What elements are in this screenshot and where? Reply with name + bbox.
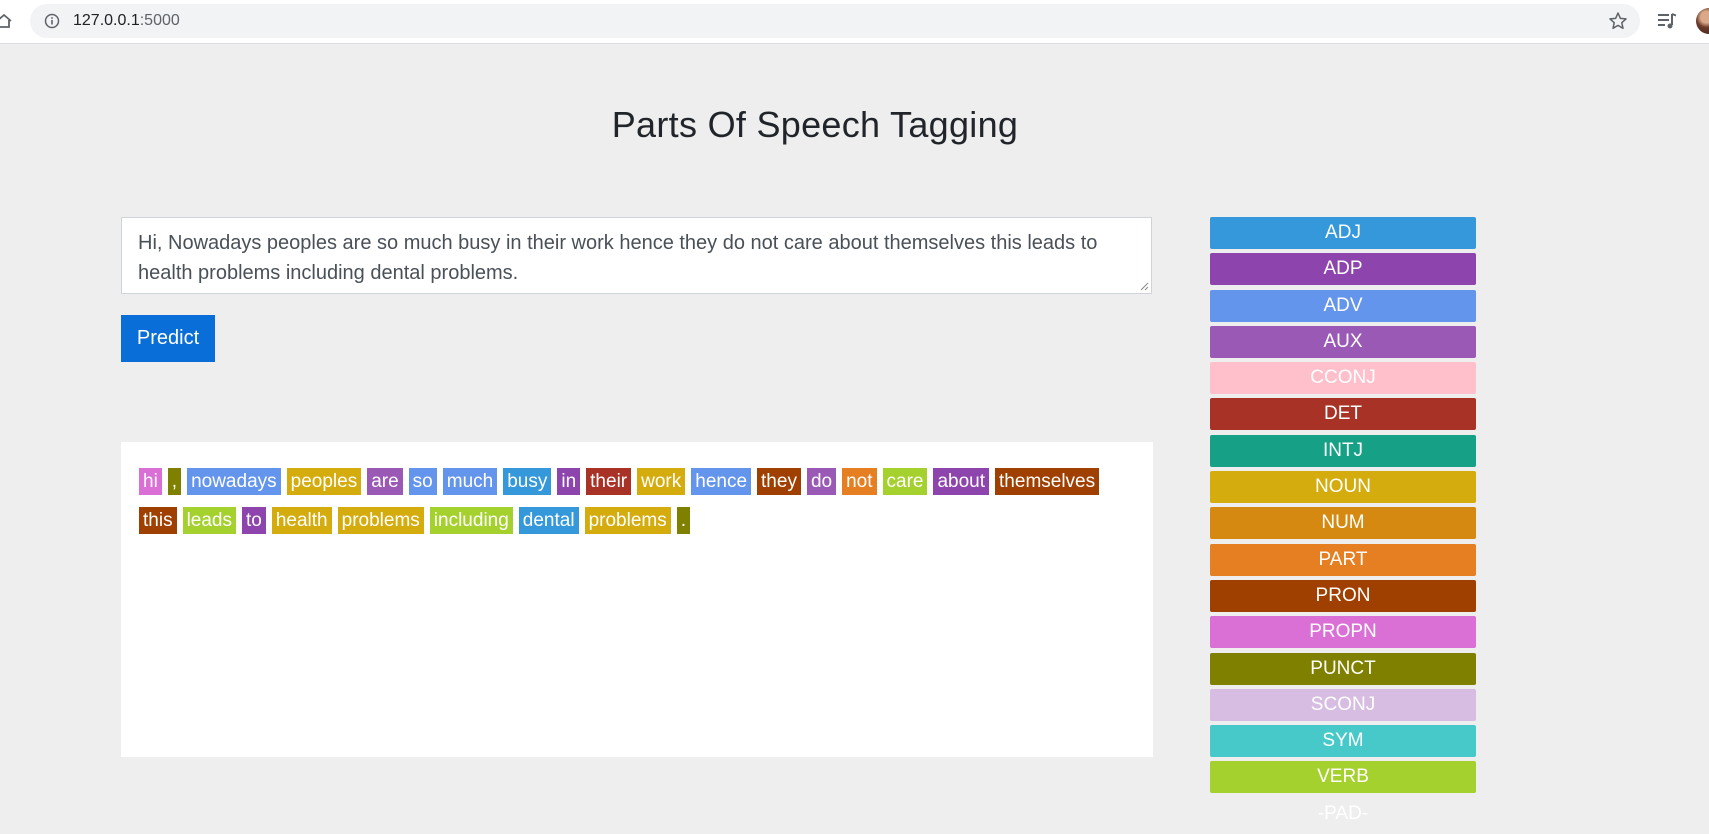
- sentence-input-value: Hi, Nowadays peoples are so much busy in…: [138, 232, 1098, 284]
- token-adp: about: [933, 468, 990, 495]
- legend-item-adp: ADP: [1210, 253, 1476, 286]
- legend-item-part: PART: [1210, 543, 1476, 576]
- legend-item-aux: AUX: [1210, 325, 1476, 358]
- token-list: hi, nowadays peoples are so much busy in their wo…: [139, 468, 1135, 534]
- token-noun: problems: [584, 507, 671, 534]
- token-det: their: [586, 468, 632, 495]
- legend-item-pad: -PAD-: [1317, 802, 1369, 824]
- predict-button[interactable]: Predict: [121, 315, 215, 362]
- legend-item-sconj: SCONJ: [1210, 688, 1476, 721]
- token-part: not: [842, 468, 877, 495]
- token-adp: to: [242, 507, 266, 534]
- token-pron: this: [139, 507, 177, 534]
- tagged-output-panel: hi, nowadays peoples are so much busy in their wo…: [121, 442, 1153, 757]
- token-adv: hence: [691, 468, 752, 495]
- legend-item-sym: SYM: [1210, 725, 1476, 758]
- token-adv: nowadays: [187, 468, 281, 495]
- legend-item-adv: ADV: [1210, 289, 1476, 322]
- legend-item-punct: PUNCT: [1210, 652, 1476, 685]
- info-icon[interactable]: [44, 13, 60, 29]
- token-verb: care: [882, 468, 928, 495]
- media-control-icon[interactable]: [1656, 10, 1678, 32]
- legend-item-propn: PROPN: [1210, 616, 1476, 649]
- home-icon[interactable]: [0, 11, 14, 31]
- token-adj: dental: [518, 507, 579, 534]
- token-adp: in: [557, 468, 581, 495]
- profile-avatar[interactable]: [1696, 8, 1709, 34]
- url-text: 127.0.0.1:5000: [73, 12, 180, 30]
- url-port: :5000: [139, 12, 180, 29]
- token-verb: leads: [182, 507, 236, 534]
- address-bar[interactable]: 127.0.0.1:5000: [30, 4, 1640, 38]
- legend-item-verb: VERB: [1210, 761, 1476, 794]
- url-host: 127.0.0.1: [73, 12, 140, 29]
- token-adv: much: [442, 468, 498, 495]
- legend-item-noun: NOUN: [1210, 471, 1476, 504]
- token-verb: including: [429, 507, 513, 534]
- legend-item-intj: INTJ: [1210, 434, 1476, 467]
- token-pron: themselves: [995, 468, 1100, 495]
- token-adj: busy: [503, 468, 552, 495]
- token-punct: .: [676, 507, 691, 534]
- token-noun: work: [637, 468, 686, 495]
- legend-item-num: NUM: [1210, 507, 1476, 540]
- token-aux: are: [367, 468, 403, 495]
- legend-item-pron: PRON: [1210, 579, 1476, 612]
- sentence-input[interactable]: Hi, Nowadays peoples are so much busy in…: [121, 217, 1152, 294]
- token-pron: they: [757, 468, 801, 495]
- token-punct: ,: [167, 468, 182, 495]
- token-noun: problems: [337, 507, 424, 534]
- legend-item-adj: ADJ: [1210, 217, 1476, 249]
- tag-legend: ADJ ADP ADV AUX CCONJ DET INTJ NOUN NUM PART PRON P…: [1210, 217, 1476, 834]
- legend-item-cconj: CCONJ: [1210, 362, 1476, 395]
- token-aux: do: [806, 468, 837, 495]
- resize-grip-icon[interactable]: [1139, 281, 1149, 291]
- token-noun: peoples: [286, 468, 362, 495]
- browser-toolbar: 127.0.0.1:5000: [0, 0, 1709, 44]
- token-propn: hi: [139, 468, 162, 495]
- legend-item-det: DET: [1210, 398, 1476, 431]
- token-noun: health: [271, 507, 332, 534]
- page-title: Parts Of Speech Tagging: [611, 104, 1019, 145]
- token-adv: so: [408, 468, 437, 495]
- bookmark-star-icon[interactable]: [1608, 11, 1628, 31]
